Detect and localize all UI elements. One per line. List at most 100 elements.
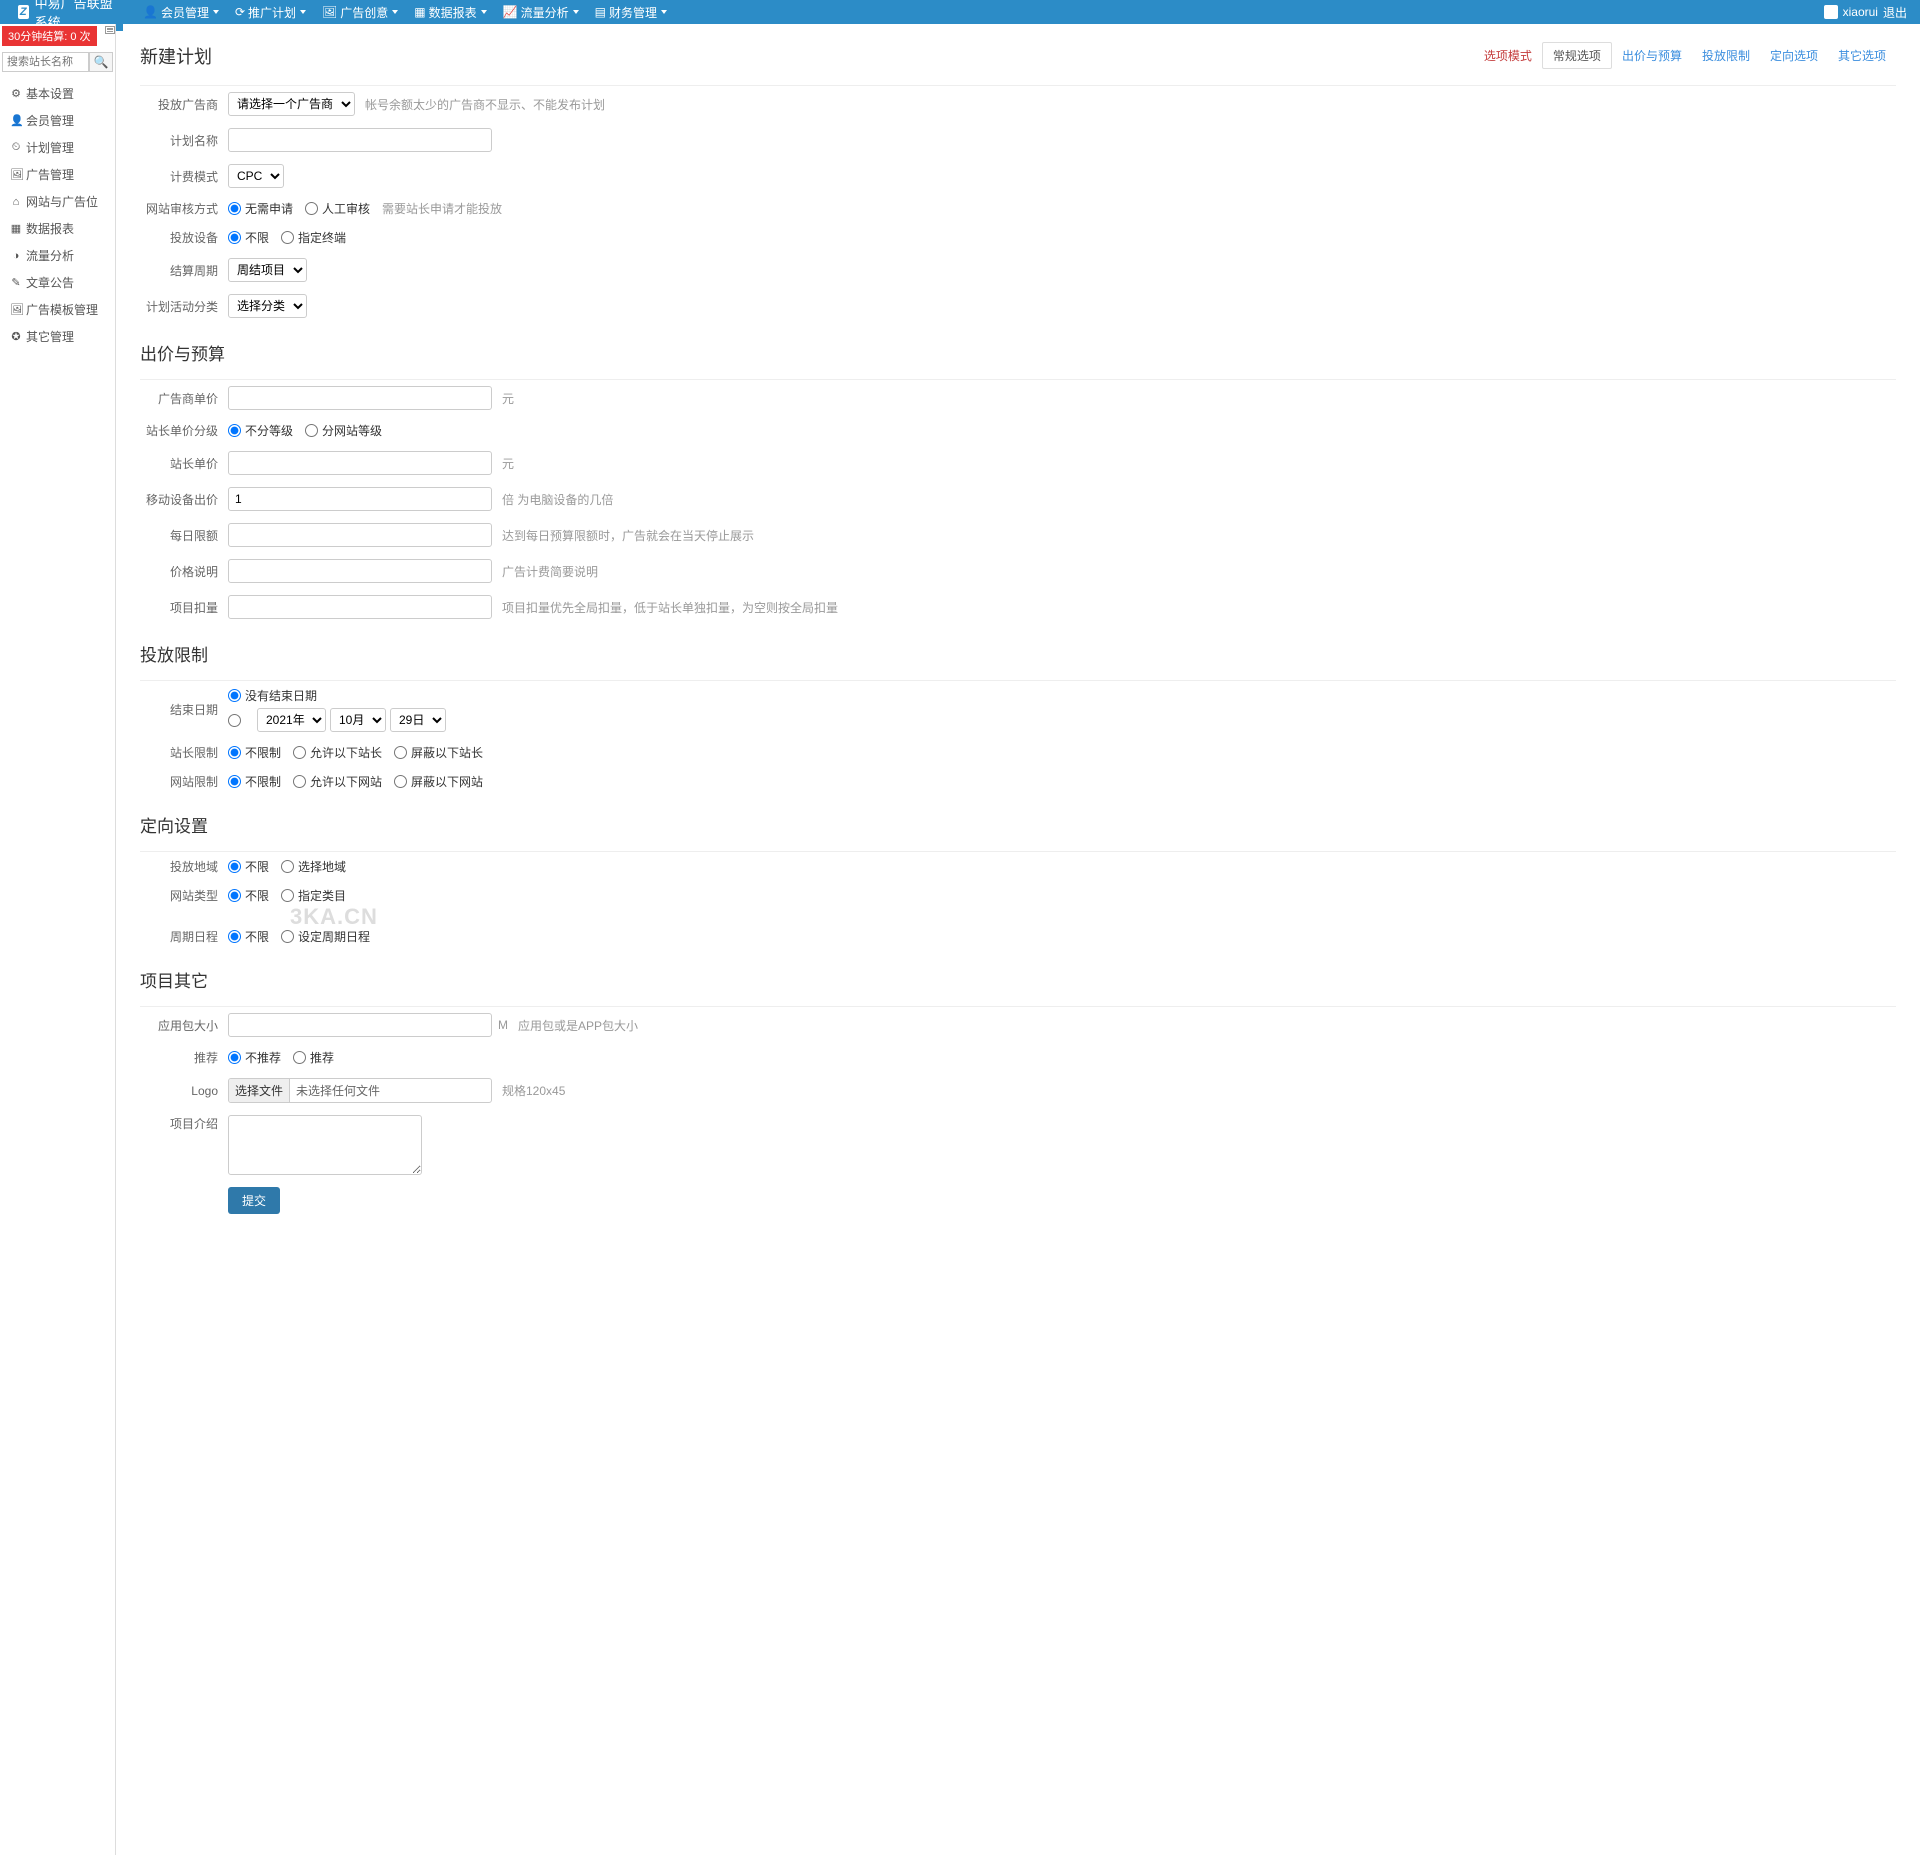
topnav-item-4[interactable]: 📈流量分析 — [495, 4, 587, 21]
sidebar-search-input[interactable] — [2, 52, 89, 72]
chevron-down-icon — [392, 10, 398, 14]
discount-input[interactable] — [228, 595, 492, 619]
topnav-item-0[interactable]: 👤会员管理 — [135, 4, 227, 21]
end-year-select[interactable]: 2021年 — [257, 708, 326, 732]
adv-price-input[interactable] — [228, 386, 492, 410]
sidebar-item-0[interactable]: ⚙基本设置 — [0, 80, 115, 107]
avatar-icon: ◼ — [1824, 5, 1838, 19]
file-choose-button[interactable]: 选择文件 — [229, 1079, 290, 1102]
logout-link[interactable]: 退出 — [1883, 4, 1907, 21]
username[interactable]: xiaorui — [1843, 5, 1878, 19]
chevron-down-icon — [300, 10, 306, 14]
tab-limit[interactable]: 投放限制 — [1692, 43, 1760, 68]
sidebar-item-label: 数据报表 — [26, 220, 74, 237]
adv-price-unit: 元 — [502, 390, 514, 407]
region-select[interactable]: 选择地域 — [281, 858, 346, 875]
nav-icon: ▤ — [595, 5, 606, 19]
schedule-set[interactable]: 设定周期日程 — [281, 928, 370, 945]
sidebar-item-8[interactable]: 🖼广告模板管理 — [0, 296, 115, 323]
app-size-unit: M — [498, 1018, 508, 1032]
tab-mode[interactable]: 选项模式 — [1474, 43, 1542, 68]
intro-textarea[interactable] — [228, 1115, 422, 1175]
sidebar-item-label: 计划管理 — [26, 139, 74, 156]
schedule-all[interactable]: 不限 — [228, 928, 269, 945]
daily-limit-hint: 达到每日预算限额时，广告就会在当天停止展示 — [502, 527, 754, 544]
site-type-all[interactable]: 不限 — [228, 887, 269, 904]
pub-limit-allow[interactable]: 允许以下站长 — [293, 744, 382, 761]
mobile-bid-label: 移动设备出价 — [140, 491, 228, 508]
chevron-down-icon — [573, 10, 579, 14]
main-content: 新建计划 选项模式 常规选项 出价与预算 投放限制 定向选项 其它选项 投放广告… — [116, 24, 1920, 1855]
site-limit-allow[interactable]: 允许以下网站 — [293, 773, 382, 790]
nav-label: 广告创意 — [340, 4, 388, 21]
site-limit-label: 网站限制 — [140, 773, 228, 790]
logo-file-input[interactable]: 选择文件 未选择任何文件 — [228, 1078, 492, 1103]
site-limit-block[interactable]: 屏蔽以下网站 — [394, 773, 483, 790]
recommend-no[interactable]: 不推荐 — [228, 1049, 281, 1066]
tab-target[interactable]: 定向选项 — [1760, 43, 1828, 68]
submit-button[interactable]: 提交 — [228, 1187, 280, 1214]
topnav-item-2[interactable]: 🖼广告创意 — [314, 4, 406, 21]
region-all[interactable]: 不限 — [228, 858, 269, 875]
topnav-item-5[interactable]: ▤财务管理 — [587, 4, 675, 21]
adv-price-label: 广告商单价 — [140, 390, 228, 407]
tab-other[interactable]: 其它选项 — [1828, 43, 1896, 68]
sidebar-item-2[interactable]: ⏲计划管理 — [0, 134, 115, 161]
plan-name-input[interactable] — [228, 128, 492, 152]
nav-icon: ▦ — [414, 5, 425, 19]
sidebar-item-label: 网站与广告位 — [26, 193, 98, 210]
site-type-label: 网站类型 — [140, 887, 228, 904]
pub-limit-block[interactable]: 屏蔽以下站长 — [394, 744, 483, 761]
device-label: 投放设备 — [140, 229, 228, 246]
cycle-select[interactable]: 周结项目 — [228, 258, 307, 282]
device-all[interactable]: 不限 — [228, 229, 269, 246]
sidebar-item-4[interactable]: ⌂网站与广告位 — [0, 188, 115, 215]
sidebar-item-6[interactable]: ◑流量分析 — [0, 242, 115, 269]
site-limit-none[interactable]: 不限制 — [228, 773, 281, 790]
logo-hint: 规格120x45 — [502, 1082, 565, 1099]
review-hint: 需要站长申请才能投放 — [382, 200, 502, 217]
pub-price-input[interactable] — [228, 451, 492, 475]
sidebar-item-label: 广告模板管理 — [26, 301, 98, 318]
sidebar-item-7[interactable]: ✎文章公告 — [0, 269, 115, 296]
section-limit-title: 投放限制 — [140, 641, 1896, 666]
sidebar-item-5[interactable]: ▦数据报表 — [0, 215, 115, 242]
topnav-item-3[interactable]: ▦数据报表 — [406, 4, 494, 21]
section-target-title: 定向设置 — [140, 812, 1896, 837]
nav-label: 会员管理 — [161, 4, 209, 21]
tab-general[interactable]: 常规选项 — [1542, 42, 1612, 69]
app-size-input[interactable] — [228, 1013, 492, 1037]
end-date-radio[interactable] — [228, 714, 245, 727]
sidebar-icon: ✎ — [10, 276, 22, 289]
recommend-yes[interactable]: 推荐 — [293, 1049, 334, 1066]
topnav-item-1[interactable]: ⟳推广计划 — [227, 4, 314, 21]
device-specific[interactable]: 指定终端 — [281, 229, 346, 246]
level-site[interactable]: 分网站等级 — [305, 422, 382, 439]
mobile-bid-input[interactable] — [228, 487, 492, 511]
review-label: 网站审核方式 — [140, 200, 228, 217]
review-none[interactable]: 无需申请 — [228, 200, 293, 217]
end-none[interactable]: 没有结束日期 — [228, 687, 317, 704]
nav-icon: 👤 — [143, 5, 158, 19]
sidebar-item-1[interactable]: 👤会员管理 — [0, 107, 115, 134]
review-manual[interactable]: 人工审核 — [305, 200, 370, 217]
tab-bid-budget[interactable]: 出价与预算 — [1612, 43, 1692, 68]
sidebar-collapse-icon[interactable] — [105, 26, 115, 34]
level-none[interactable]: 不分等级 — [228, 422, 293, 439]
advertiser-select[interactable]: 请选择一个广告商 — [228, 92, 355, 116]
page-title: 新建计划 — [140, 43, 212, 69]
sidebar-search-button[interactable]: 🔍 — [89, 52, 113, 72]
end-day-select[interactable]: 29日 — [390, 708, 446, 732]
billing-select[interactable]: CPC — [228, 164, 284, 188]
brand-logo-icon: Z — [18, 5, 29, 19]
nav-icon: 📈 — [503, 5, 518, 19]
category-select[interactable]: 选择分类 — [228, 294, 307, 318]
nav-label: 流量分析 — [521, 4, 569, 21]
site-type-select[interactable]: 指定类目 — [281, 887, 346, 904]
sidebar-item-3[interactable]: 🖼广告管理 — [0, 161, 115, 188]
price-desc-input[interactable] — [228, 559, 492, 583]
pub-limit-none[interactable]: 不限制 — [228, 744, 281, 761]
daily-limit-input[interactable] — [228, 523, 492, 547]
end-month-select[interactable]: 10月 — [330, 708, 386, 732]
sidebar-item-9[interactable]: ✪其它管理 — [0, 323, 115, 350]
